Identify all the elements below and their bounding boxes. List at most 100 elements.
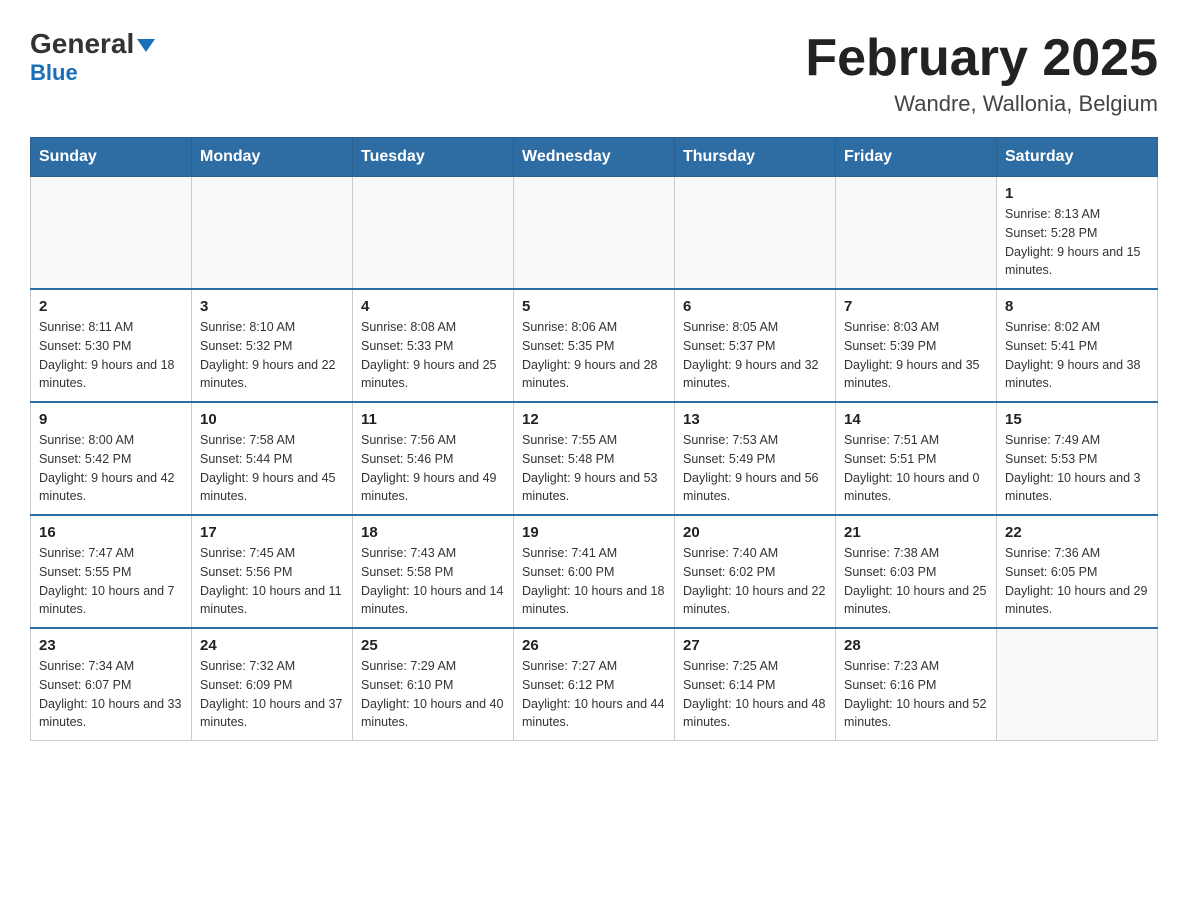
calendar-cell: 7 Sunrise: 8:03 AM Sunset: 5:39 PM Daylig… (836, 289, 997, 402)
day-info: Sunrise: 7:27 AM Sunset: 6:12 PM Dayligh… (522, 657, 666, 732)
day-info: Sunrise: 7:25 AM Sunset: 6:14 PM Dayligh… (683, 657, 827, 732)
day-number: 27 (683, 637, 827, 654)
day-number: 7 (844, 298, 988, 315)
day-number: 15 (1005, 411, 1149, 428)
calendar-header-row: SundayMondayTuesdayWednesdayThursdayFrid… (31, 138, 1158, 177)
day-number: 18 (361, 524, 505, 541)
day-number: 23 (39, 637, 183, 654)
week-row-1: 1 Sunrise: 8:13 AM Sunset: 5:28 PM Daylig… (31, 177, 1158, 290)
day-info: Sunrise: 8:13 AM Sunset: 5:28 PM Dayligh… (1005, 205, 1149, 280)
day-info: Sunrise: 7:29 AM Sunset: 6:10 PM Dayligh… (361, 657, 505, 732)
day-info: Sunrise: 8:11 AM Sunset: 5:30 PM Dayligh… (39, 318, 183, 393)
calendar-cell (675, 177, 836, 290)
week-row-2: 2 Sunrise: 8:11 AM Sunset: 5:30 PM Daylig… (31, 289, 1158, 402)
calendar-cell: 6 Sunrise: 8:05 AM Sunset: 5:37 PM Daylig… (675, 289, 836, 402)
day-info: Sunrise: 8:08 AM Sunset: 5:33 PM Dayligh… (361, 318, 505, 393)
day-number: 5 (522, 298, 666, 315)
day-header-saturday: Saturday (997, 138, 1158, 177)
day-info: Sunrise: 7:51 AM Sunset: 5:51 PM Dayligh… (844, 431, 988, 506)
calendar-cell: 12 Sunrise: 7:55 AM Sunset: 5:48 PM Dayli… (514, 402, 675, 515)
calendar-cell: 4 Sunrise: 8:08 AM Sunset: 5:33 PM Daylig… (353, 289, 514, 402)
day-info: Sunrise: 7:58 AM Sunset: 5:44 PM Dayligh… (200, 431, 344, 506)
calendar-cell: 2 Sunrise: 8:11 AM Sunset: 5:30 PM Daylig… (31, 289, 192, 402)
calendar-cell (514, 177, 675, 290)
day-info: Sunrise: 7:38 AM Sunset: 6:03 PM Dayligh… (844, 544, 988, 619)
calendar-cell: 9Sunrise: 8:00 AM Sunset: 5:42 PM Daylig… (31, 402, 192, 515)
day-info: Sunrise: 7:23 AM Sunset: 6:16 PM Dayligh… (844, 657, 988, 732)
calendar-cell: 21 Sunrise: 7:38 AM Sunset: 6:03 PM Dayli… (836, 515, 997, 628)
calendar-cell: 14 Sunrise: 7:51 AM Sunset: 5:51 PM Dayli… (836, 402, 997, 515)
day-info: Sunrise: 7:49 AM Sunset: 5:53 PM Dayligh… (1005, 431, 1149, 506)
day-header-thursday: Thursday (675, 138, 836, 177)
title-block: February 2025 Wandre, Wallonia, Belgium (805, 30, 1158, 117)
day-number: 21 (844, 524, 988, 541)
day-info: Sunrise: 7:56 AM Sunset: 5:46 PM Dayligh… (361, 431, 505, 506)
calendar-cell: 20Sunrise: 7:40 AM Sunset: 6:02 PM Dayli… (675, 515, 836, 628)
calendar-cell: 26 Sunrise: 7:27 AM Sunset: 6:12 PM Dayli… (514, 628, 675, 741)
day-info: Sunrise: 8:05 AM Sunset: 5:37 PM Dayligh… (683, 318, 827, 393)
logo-blue: Blue (30, 60, 78, 86)
logo: General Blue (30, 30, 155, 86)
day-number: 19 (522, 524, 666, 541)
day-header-tuesday: Tuesday (353, 138, 514, 177)
calendar-cell: 10 Sunrise: 7:58 AM Sunset: 5:44 PM Dayli… (192, 402, 353, 515)
calendar-cell: 28 Sunrise: 7:23 AM Sunset: 6:16 PM Dayli… (836, 628, 997, 741)
day-info: Sunrise: 8:00 AM Sunset: 5:42 PM Dayligh… (39, 431, 183, 506)
calendar-cell: 15 Sunrise: 7:49 AM Sunset: 5:53 PM Dayli… (997, 402, 1158, 515)
day-number: 22 (1005, 524, 1149, 541)
calendar-cell: 16 Sunrise: 7:47 AM Sunset: 5:55 PM Dayli… (31, 515, 192, 628)
calendar-subtitle: Wandre, Wallonia, Belgium (805, 91, 1158, 117)
day-number: 14 (844, 411, 988, 428)
day-number: 25 (361, 637, 505, 654)
day-number: 17 (200, 524, 344, 541)
day-info: Sunrise: 7:36 AM Sunset: 6:05 PM Dayligh… (1005, 544, 1149, 619)
calendar-table: SundayMondayTuesdayWednesdayThursdayFrid… (30, 137, 1158, 741)
day-number: 28 (844, 637, 988, 654)
day-number: 10 (200, 411, 344, 428)
calendar-cell: 22 Sunrise: 7:36 AM Sunset: 6:05 PM Dayli… (997, 515, 1158, 628)
calendar-cell (192, 177, 353, 290)
calendar-cell (353, 177, 514, 290)
day-number: 4 (361, 298, 505, 315)
calendar-cell: 13 Sunrise: 7:53 AM Sunset: 5:49 PM Dayli… (675, 402, 836, 515)
calendar-cell: 11 Sunrise: 7:56 AM Sunset: 5:46 PM Dayli… (353, 402, 514, 515)
day-header-sunday: Sunday (31, 138, 192, 177)
calendar-cell: 25 Sunrise: 7:29 AM Sunset: 6:10 PM Dayli… (353, 628, 514, 741)
calendar-cell: 23 Sunrise: 7:34 AM Sunset: 6:07 PM Dayli… (31, 628, 192, 741)
calendar-cell: 24 Sunrise: 7:32 AM Sunset: 6:09 PM Dayli… (192, 628, 353, 741)
day-info: Sunrise: 8:06 AM Sunset: 5:35 PM Dayligh… (522, 318, 666, 393)
day-number: 26 (522, 637, 666, 654)
day-info: Sunrise: 7:55 AM Sunset: 5:48 PM Dayligh… (522, 431, 666, 506)
day-info: Sunrise: 7:41 AM Sunset: 6:00 PM Dayligh… (522, 544, 666, 619)
day-header-wednesday: Wednesday (514, 138, 675, 177)
day-number: 12 (522, 411, 666, 428)
day-info: Sunrise: 7:32 AM Sunset: 6:09 PM Dayligh… (200, 657, 344, 732)
calendar-cell: 8Sunrise: 8:02 AM Sunset: 5:41 PM Daylig… (997, 289, 1158, 402)
week-row-5: 23 Sunrise: 7:34 AM Sunset: 6:07 PM Dayli… (31, 628, 1158, 741)
calendar-cell: 18Sunrise: 7:43 AM Sunset: 5:58 PM Dayli… (353, 515, 514, 628)
day-info: Sunrise: 7:40 AM Sunset: 6:02 PM Dayligh… (683, 544, 827, 619)
day-number: 24 (200, 637, 344, 654)
day-info: Sunrise: 7:47 AM Sunset: 5:55 PM Dayligh… (39, 544, 183, 619)
calendar-cell: 17 Sunrise: 7:45 AM Sunset: 5:56 PM Dayli… (192, 515, 353, 628)
calendar-cell (31, 177, 192, 290)
day-number: 2 (39, 298, 183, 315)
day-number: 13 (683, 411, 827, 428)
calendar-cell: 19 Sunrise: 7:41 AM Sunset: 6:00 PM Dayli… (514, 515, 675, 628)
day-number: 1 (1005, 185, 1149, 202)
day-number: 16 (39, 524, 183, 541)
calendar-cell: 3Sunrise: 8:10 AM Sunset: 5:32 PM Daylig… (192, 289, 353, 402)
day-number: 6 (683, 298, 827, 315)
calendar-cell: 27 Sunrise: 7:25 AM Sunset: 6:14 PM Dayli… (675, 628, 836, 741)
calendar-cell: 1 Sunrise: 8:13 AM Sunset: 5:28 PM Daylig… (997, 177, 1158, 290)
day-info: Sunrise: 7:34 AM Sunset: 6:07 PM Dayligh… (39, 657, 183, 732)
calendar-cell (836, 177, 997, 290)
day-number: 11 (361, 411, 505, 428)
logo-general: General (30, 30, 155, 58)
day-info: Sunrise: 7:45 AM Sunset: 5:56 PM Dayligh… (200, 544, 344, 619)
day-info: Sunrise: 7:53 AM Sunset: 5:49 PM Dayligh… (683, 431, 827, 506)
day-info: Sunrise: 8:02 AM Sunset: 5:41 PM Dayligh… (1005, 318, 1149, 393)
day-info: Sunrise: 8:03 AM Sunset: 5:39 PM Dayligh… (844, 318, 988, 393)
day-info: Sunrise: 8:10 AM Sunset: 5:32 PM Dayligh… (200, 318, 344, 393)
day-header-monday: Monday (192, 138, 353, 177)
